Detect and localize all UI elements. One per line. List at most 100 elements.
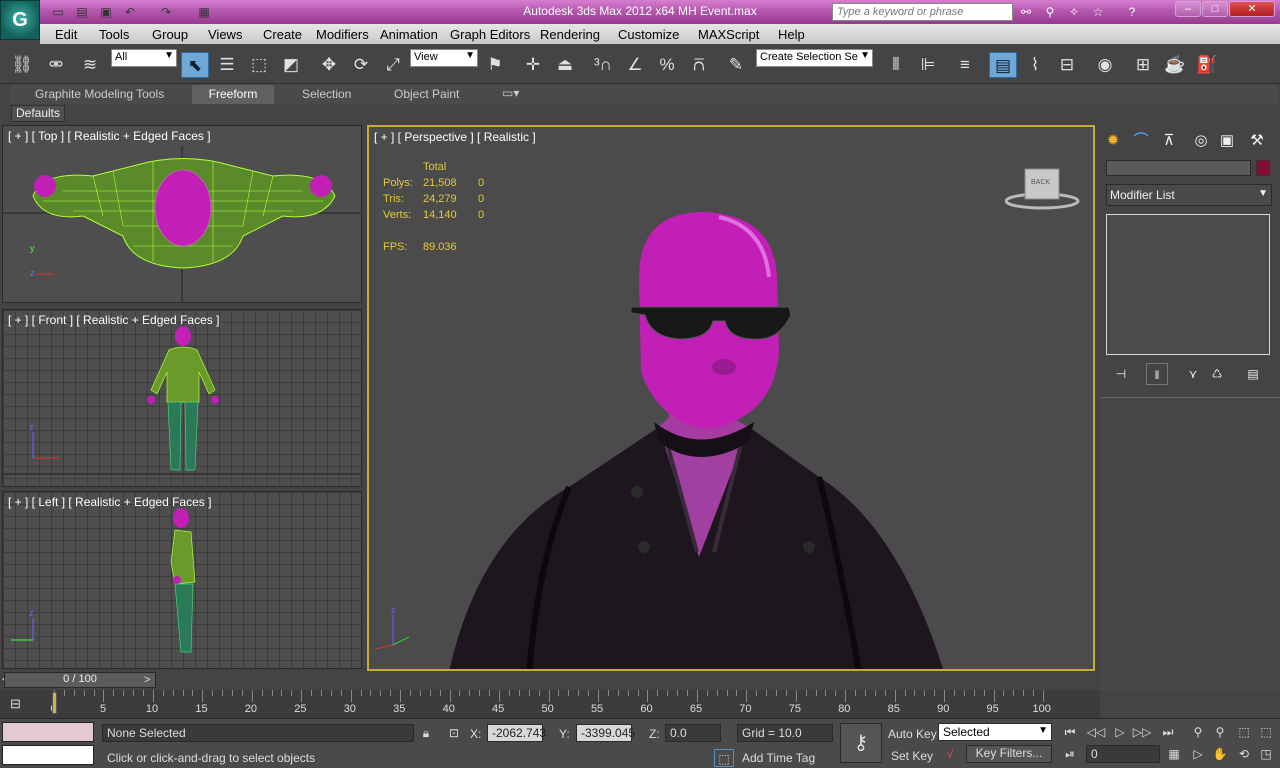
rectangular-selection-icon[interactable]: ⬚ <box>245 52 273 78</box>
set-key-big-icon[interactable]: ⚷ <box>840 723 882 763</box>
zoom-all-icon[interactable]: ⚲ <box>1210 723 1230 741</box>
go-to-start-icon[interactable]: ⏮ <box>1060 723 1080 741</box>
select-and-manipulate-icon[interactable]: ✛ <box>519 52 547 78</box>
current-frame-field[interactable]: 0 <box>1086 745 1160 763</box>
render-setup-icon[interactable]: ⊞ <box>1129 52 1157 78</box>
window-crossing-icon[interactable]: ◩ <box>277 52 305 78</box>
current-frame-marker[interactable] <box>52 692 57 714</box>
menu-animation[interactable]: Animation <box>380 27 438 42</box>
schematic-view-icon[interactable]: ⊟ <box>1053 52 1081 78</box>
reference-coordinate-dropdown[interactable]: View ▼ <box>410 49 478 67</box>
maxscript-input-mini[interactable] <box>2 745 94 765</box>
z-coordinate-field[interactable]: 0.0 <box>665 724 721 742</box>
menu-customize[interactable]: Customize <box>618 27 679 42</box>
rotate-icon[interactable]: ⟳ <box>347 52 375 78</box>
pivot-center-icon[interactable]: ⚑ <box>481 52 509 78</box>
absolute-mode-icon[interactable]: ⊡ <box>444 724 464 742</box>
zoom-icon[interactable]: ⚲ <box>1188 723 1208 741</box>
unlink-icon[interactable]: ⚮ <box>42 52 70 78</box>
move-icon[interactable]: ✥ <box>315 52 343 78</box>
ribbon-options-icon[interactable]: ▭▾ <box>502 86 519 100</box>
previous-frame-icon[interactable]: ◁◁ <box>1086 723 1106 741</box>
time-slider-track[interactable] <box>0 672 1100 690</box>
close-button[interactable]: ✕ <box>1229 1 1275 17</box>
undo-icon[interactable]: ↶ <box>122 4 138 20</box>
render-production-icon[interactable]: ⛽ <box>1193 52 1221 78</box>
menu-maxscript[interactable]: MAXScript <box>698 27 759 42</box>
motion-tab-icon[interactable]: ◎ <box>1190 130 1212 152</box>
object-color-swatch[interactable] <box>1256 160 1270 176</box>
ribbon-panel-defaults[interactable]: Defaults <box>11 105 65 122</box>
project-folder-icon[interactable]: ▦ <box>196 4 212 20</box>
viewcube[interactable]: BACK <box>1005 167 1080 210</box>
percent-snap-icon[interactable]: % <box>653 52 681 78</box>
menu-graph-editors[interactable]: Graph Editors <box>450 27 530 42</box>
make-unique-icon[interactable]: ⋎ <box>1182 363 1204 385</box>
menu-group[interactable]: Group <box>152 27 188 42</box>
next-frame-icon[interactable]: ▷▷ <box>1132 723 1152 741</box>
viewport-front[interactable]: [ + ] [ Front ] [ Realistic + Edged Face… <box>2 309 362 487</box>
trackbar[interactable]: ⊟ 05101520253035404550556065707580859095… <box>0 690 1100 718</box>
tab-selection[interactable]: Selection <box>302 87 351 101</box>
tab-object-paint[interactable]: Object Paint <box>394 87 459 101</box>
redo-icon[interactable]: ↷ <box>158 4 174 20</box>
orbit-icon[interactable]: ⟲ <box>1234 745 1254 763</box>
menu-modifiers[interactable]: Modifiers <box>316 27 369 42</box>
tab-freeform[interactable]: Freeform <box>192 85 274 104</box>
selection-lock-icon[interactable]: 🔒︎ <box>416 724 436 742</box>
configure-modifier-sets-icon[interactable]: ▤ <box>1242 363 1264 385</box>
play-icon[interactable]: ▷ <box>1110 723 1130 741</box>
select-and-link-icon[interactable]: ⛓ <box>8 52 36 78</box>
display-tab-icon[interactable]: ▣ <box>1216 130 1238 152</box>
mirror-icon[interactable]: ⫴ <box>882 52 910 78</box>
binoculars-icon[interactable]: ⚯ <box>1018 4 1034 20</box>
select-by-name-icon[interactable]: ☰ <box>213 52 241 78</box>
snaps-toggle-icon[interactable]: ³∩ <box>589 52 617 78</box>
show-end-result-icon[interactable]: ‖ <box>1146 363 1168 385</box>
maximize-button[interactable]: □ <box>1202 1 1228 17</box>
time-slider-thumb[interactable]: 0 / 100 <box>4 672 156 688</box>
angle-snap-icon[interactable]: ∠ <box>621 52 649 78</box>
zoom-extents-icon[interactable]: ⬚ <box>1234 723 1254 741</box>
modify-tab-icon[interactable]: ⌒ <box>1130 130 1152 152</box>
key-filters-button[interactable]: Key Filters... <box>966 745 1052 763</box>
minimize-button[interactable]: – <box>1175 1 1201 17</box>
edit-named-selection-icon[interactable]: ✎ <box>722 52 750 78</box>
time-configuration-icon[interactable]: ▦ <box>1164 745 1184 763</box>
open-file-icon[interactable]: ▤ <box>74 4 90 20</box>
set-key-button[interactable]: Set Key <box>891 749 933 763</box>
zoom-extents-all-icon[interactable]: ⬚ <box>1256 723 1276 741</box>
named-selection-dropdown[interactable]: Create Selection Se ▼ <box>756 49 873 67</box>
object-name-input[interactable] <box>1106 160 1251 176</box>
viewport-left[interactable]: [ + ] [ Left ] [ Realistic + Edged Faces… <box>2 491 362 669</box>
spinner-snap-icon[interactable]: ⩃ <box>685 52 713 78</box>
time-tag-icon[interactable]: ⬚ <box>714 749 734 767</box>
viewport-top[interactable]: [ + ] [ Top ] [ Realistic + Edged Faces … <box>2 125 362 303</box>
viewport-perspective[interactable]: [ + ] [ Perspective ] [ Realistic ] Tota… <box>367 125 1095 671</box>
add-time-tag[interactable]: Add Time Tag <box>742 751 815 765</box>
maxscript-listener-mini[interactable] <box>2 722 94 742</box>
menu-create[interactable]: Create <box>263 27 302 42</box>
rendered-frame-window-icon[interactable]: ☕ <box>1161 52 1189 78</box>
bind-space-warp-icon[interactable]: ≋ <box>76 52 104 78</box>
subscription-icon[interactable]: ⚲ <box>1042 4 1058 20</box>
menu-tools[interactable]: Tools <box>99 27 129 42</box>
modifier-stack[interactable] <box>1106 214 1270 355</box>
help-icon[interactable]: ? <box>1124 4 1140 20</box>
communication-icon[interactable]: ✧ <box>1066 4 1082 20</box>
material-editor-icon[interactable]: ◉ <box>1091 52 1119 78</box>
scale-icon[interactable]: ⤢ <box>379 52 407 78</box>
search-input[interactable]: Type a keyword or phrase <box>832 3 1013 21</box>
remove-modifier-icon[interactable]: ♺ <box>1206 363 1228 385</box>
new-file-icon[interactable]: ▭ <box>50 4 66 20</box>
menu-edit[interactable]: Edit <box>55 27 77 42</box>
curve-editor-icon[interactable]: ⌇ <box>1021 52 1049 78</box>
tab-graphite-modeling-tools[interactable]: Graphite Modeling Tools <box>35 87 164 101</box>
hierarchy-tab-icon[interactable]: ⊼ <box>1158 130 1180 152</box>
application-button[interactable]: G <box>0 0 40 40</box>
auto-key-button[interactable]: Auto Key <box>888 727 937 741</box>
menu-rendering[interactable]: Rendering <box>540 27 600 42</box>
modifier-list-dropdown[interactable]: Modifier List ▼ <box>1106 184 1272 206</box>
pan-icon[interactable]: ✋ <box>1210 745 1230 763</box>
pin-stack-icon[interactable]: ⊣ <box>1110 363 1132 385</box>
